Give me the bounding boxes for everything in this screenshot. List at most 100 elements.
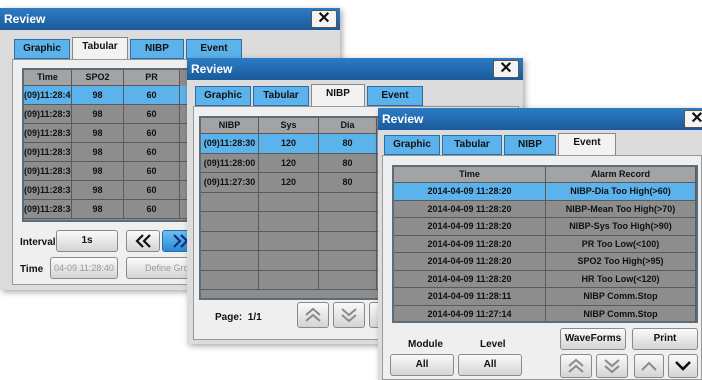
tab-event[interactable]: Event xyxy=(558,133,616,155)
table-cell: 60 xyxy=(124,181,180,200)
page-up-button[interactable] xyxy=(560,354,592,378)
interval-label: Interval xyxy=(20,237,56,248)
column-header: Time xyxy=(24,70,72,86)
level-value: All xyxy=(483,359,497,370)
tab-event[interactable]: Event xyxy=(186,39,242,59)
tab-tabular[interactable]: Tabular xyxy=(253,86,309,106)
window-title-bar: Review xyxy=(187,58,523,80)
empty-cell xyxy=(319,270,377,290)
window-title: Review xyxy=(191,62,233,76)
chevron-down-icon xyxy=(675,361,691,371)
page-label-text: Page: xyxy=(215,312,243,323)
tab-graphic-label: Graphic xyxy=(23,43,61,54)
close-icon: ✕ xyxy=(690,110,702,127)
window-title-bar: Review xyxy=(378,108,702,130)
page-down-button[interactable] xyxy=(333,302,365,328)
empty-cell xyxy=(201,212,259,232)
empty-cell xyxy=(319,251,377,271)
column-header: NIBP xyxy=(201,118,259,134)
table-cell: (09)11:28:34 xyxy=(24,200,72,219)
level-label: Level xyxy=(480,339,506,350)
tab-tabular[interactable]: Tabular xyxy=(72,37,128,59)
table-cell: 60 xyxy=(124,200,180,219)
close-button[interactable]: ✕ xyxy=(493,60,519,78)
tab-event[interactable]: Event xyxy=(367,86,423,106)
table-cell: NIBP-Dia Too High(>60) xyxy=(546,183,696,201)
double-chevron-down-icon xyxy=(604,359,620,374)
double-chevron-left-icon xyxy=(135,234,151,248)
module-label: Module xyxy=(408,339,443,350)
table-cell: 80 xyxy=(319,173,377,193)
table-cell: NIBP-Sys Too High(>90) xyxy=(546,218,696,236)
tab-nibp-label: NIBP xyxy=(518,139,542,150)
table-cell: 2014-04-09 11:28:20 xyxy=(394,218,546,236)
double-chevron-up-icon xyxy=(568,358,584,373)
table-cell: 98 xyxy=(72,181,124,200)
empty-cell xyxy=(319,231,377,251)
close-button[interactable]: ✕ xyxy=(311,10,337,28)
print-label: Print xyxy=(653,333,677,344)
scroll-down-button[interactable] xyxy=(668,354,698,378)
review-window-event: Review ✕ Graphic Tabular NIBP Event Time… xyxy=(378,108,702,380)
column-header: PR xyxy=(124,70,180,86)
page-down-button[interactable] xyxy=(596,354,628,378)
table-cell: (09)11:28:38 xyxy=(24,124,72,143)
time-field[interactable]: 04-09 11:28:40 xyxy=(50,257,118,279)
table-cell: 98 xyxy=(72,124,124,143)
empty-cell xyxy=(319,192,377,212)
table-cell: 2014-04-09 11:27:14 xyxy=(394,305,546,321)
table-cell: 98 xyxy=(72,105,124,124)
close-button[interactable]: ✕ xyxy=(684,110,702,128)
tab-graphic-label: Graphic xyxy=(204,90,242,101)
table-cell: (09)11:28:40 xyxy=(24,86,72,105)
table-cell: 98 xyxy=(72,86,124,105)
empty-cell xyxy=(201,192,259,212)
double-chevron-up-icon xyxy=(305,307,321,322)
interval-select[interactable]: 1s xyxy=(56,230,118,252)
table-cell: SPO2 Too High(>95) xyxy=(546,253,696,271)
table-cell: 60 xyxy=(124,143,180,162)
event-grid[interactable]: Time Alarm Record 2014-04-09 11:28:20 NIBP-… xyxy=(392,165,698,323)
empty-cell xyxy=(201,270,259,290)
tab-tabular-label: Tabular xyxy=(82,41,118,52)
tab-nibp[interactable]: NIBP xyxy=(311,84,365,106)
table-cell: (09)11:28:36 xyxy=(24,162,72,181)
table-cell: 2014-04-09 11:28:11 xyxy=(394,288,546,306)
chevron-up-icon xyxy=(641,361,657,371)
table-cell: 60 xyxy=(124,105,180,124)
empty-cell xyxy=(201,251,259,271)
table-cell: 60 xyxy=(124,86,180,105)
table-cell: 2014-04-09 11:28:20 xyxy=(394,200,546,218)
page-up-button[interactable] xyxy=(297,302,329,328)
table-cell: NIBP Comm.Stop xyxy=(546,288,696,306)
tab-event-label: Event xyxy=(381,90,409,101)
tab-graphic[interactable]: Graphic xyxy=(14,39,70,59)
tab-tabular-label: Tabular xyxy=(454,139,490,150)
window-title-bar: Review xyxy=(0,8,340,30)
table-cell: 60 xyxy=(124,162,180,181)
empty-cell xyxy=(259,192,319,212)
tab-event-label: Event xyxy=(200,43,228,54)
empty-cell xyxy=(259,270,319,290)
time-label: Time xyxy=(20,264,44,275)
tab-graphic[interactable]: Graphic xyxy=(384,135,440,155)
module-select[interactable]: All xyxy=(390,354,454,376)
table-cell: (09)11:28:37 xyxy=(24,143,72,162)
define-group-label: Define Gro xyxy=(145,263,189,273)
double-chevron-down-icon xyxy=(341,308,357,323)
scroll-up-button[interactable] xyxy=(634,354,664,378)
page-left-button[interactable] xyxy=(126,230,160,252)
level-select[interactable]: All xyxy=(458,354,522,376)
print-button[interactable]: Print xyxy=(632,328,698,350)
tab-graphic[interactable]: Graphic xyxy=(195,86,251,106)
tab-nibp[interactable]: NIBP xyxy=(504,135,556,155)
column-header: Alarm Record xyxy=(546,167,696,183)
empty-cell xyxy=(259,231,319,251)
module-value: All xyxy=(415,359,429,370)
waveforms-button[interactable]: WaveForms xyxy=(560,328,626,350)
table-cell: 98 xyxy=(72,200,124,219)
table-cell: HR Too Low(<120) xyxy=(546,270,696,288)
empty-cell xyxy=(319,212,377,232)
tab-nibp[interactable]: NIBP xyxy=(130,39,184,59)
tab-tabular[interactable]: Tabular xyxy=(442,135,502,155)
